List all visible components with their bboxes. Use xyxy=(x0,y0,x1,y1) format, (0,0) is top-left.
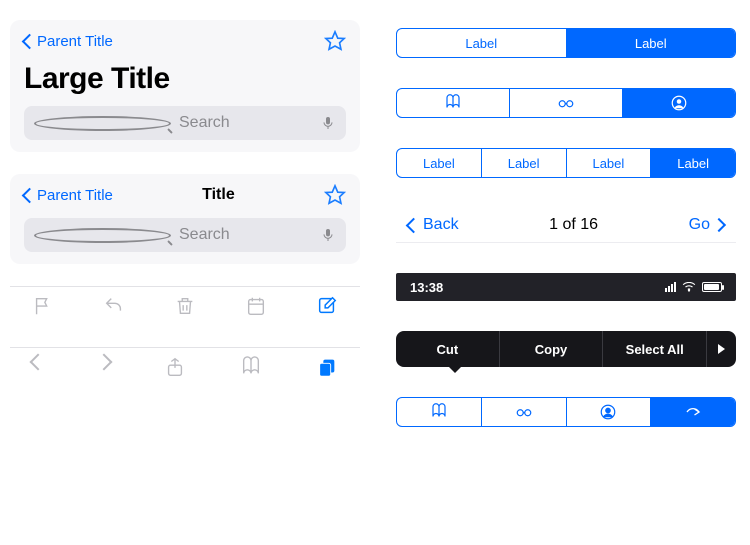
person-icon xyxy=(599,403,617,421)
pager-count: 1 of 16 xyxy=(549,216,598,234)
back-label: Parent Title xyxy=(37,33,113,50)
flag-icon[interactable] xyxy=(32,295,54,317)
calendar-icon[interactable] xyxy=(245,295,267,317)
chevron-left-icon xyxy=(22,33,38,49)
tabbar-icons[interactable] xyxy=(396,397,736,427)
mic-icon[interactable] xyxy=(320,227,336,243)
edit-popover: Cut Copy Select All xyxy=(396,331,736,367)
page-title: Large Title xyxy=(24,62,346,96)
chevron-right-icon xyxy=(712,218,726,232)
search-placeholder: Search xyxy=(179,114,312,132)
wifi-icon xyxy=(682,282,696,292)
search-field[interactable]: Search xyxy=(24,218,346,252)
tab[interactable] xyxy=(481,398,566,426)
toolbar-actions xyxy=(10,286,360,325)
nav-forward-icon[interactable] xyxy=(96,354,113,371)
chevron-left-icon xyxy=(406,217,422,233)
segment[interactable] xyxy=(509,89,622,117)
star-icon[interactable] xyxy=(324,30,346,52)
pager-bar: Back 1 of 16 Go xyxy=(396,208,736,243)
trash-icon[interactable] xyxy=(174,295,196,317)
chevron-left-icon xyxy=(22,187,38,203)
segmented-icons-3[interactable] xyxy=(396,88,736,118)
nav-header-large: Parent Title Large Title Search xyxy=(10,20,360,152)
search-icon xyxy=(34,116,171,131)
reply-icon[interactable] xyxy=(103,295,125,317)
segment[interactable]: Label xyxy=(650,149,735,177)
segment[interactable] xyxy=(622,89,735,117)
battery-icon xyxy=(702,282,722,292)
book-icon xyxy=(430,403,448,421)
popover-pointer xyxy=(448,366,462,373)
popover-selectall[interactable]: Select All xyxy=(602,331,706,367)
status-time: 13:38 xyxy=(410,280,443,295)
search-icon xyxy=(34,228,171,243)
back-button[interactable]: Parent Title xyxy=(24,187,113,204)
tab[interactable] xyxy=(397,398,481,426)
back-label: Parent Title xyxy=(37,187,113,204)
star-icon[interactable] xyxy=(324,184,346,206)
segment[interactable] xyxy=(397,89,509,117)
book-icon[interactable] xyxy=(240,356,262,378)
page-title: Title xyxy=(202,186,235,204)
compose-icon[interactable] xyxy=(316,295,338,317)
person-icon xyxy=(670,94,688,112)
mic-icon[interactable] xyxy=(320,115,336,131)
nav-header-compact: Parent Title Title Search xyxy=(10,174,360,264)
back-button[interactable]: Parent Title xyxy=(24,33,113,50)
triangle-right-icon xyxy=(718,344,725,354)
tabs-icon[interactable] xyxy=(316,356,338,378)
glasses-icon xyxy=(557,94,575,112)
status-bar: 13:38 xyxy=(396,273,736,301)
pager-go[interactable]: Go xyxy=(689,216,724,234)
segmented-2[interactable]: Label Label xyxy=(396,28,736,58)
cellular-icon xyxy=(665,282,676,292)
segment[interactable]: Label xyxy=(566,29,736,57)
pager-back[interactable]: Back xyxy=(408,216,459,234)
segment[interactable]: Label xyxy=(481,149,566,177)
tab[interactable] xyxy=(566,398,651,426)
share-arrow-icon xyxy=(684,403,702,421)
glasses-icon xyxy=(514,403,534,421)
popover-more[interactable] xyxy=(706,331,736,367)
nav-back-icon[interactable] xyxy=(30,354,47,371)
toolbar-nav xyxy=(10,347,360,386)
popover-cut[interactable]: Cut xyxy=(396,331,499,367)
search-placeholder: Search xyxy=(179,226,312,244)
tab[interactable] xyxy=(650,398,735,426)
share-icon[interactable] xyxy=(164,356,186,378)
segment[interactable]: Label xyxy=(397,29,566,57)
search-field[interactable]: Search xyxy=(24,106,346,140)
segment[interactable]: Label xyxy=(397,149,481,177)
book-icon xyxy=(444,94,462,112)
popover-copy[interactable]: Copy xyxy=(499,331,603,367)
segment[interactable]: Label xyxy=(566,149,651,177)
segmented-4[interactable]: Label Label Label Label xyxy=(396,148,736,178)
